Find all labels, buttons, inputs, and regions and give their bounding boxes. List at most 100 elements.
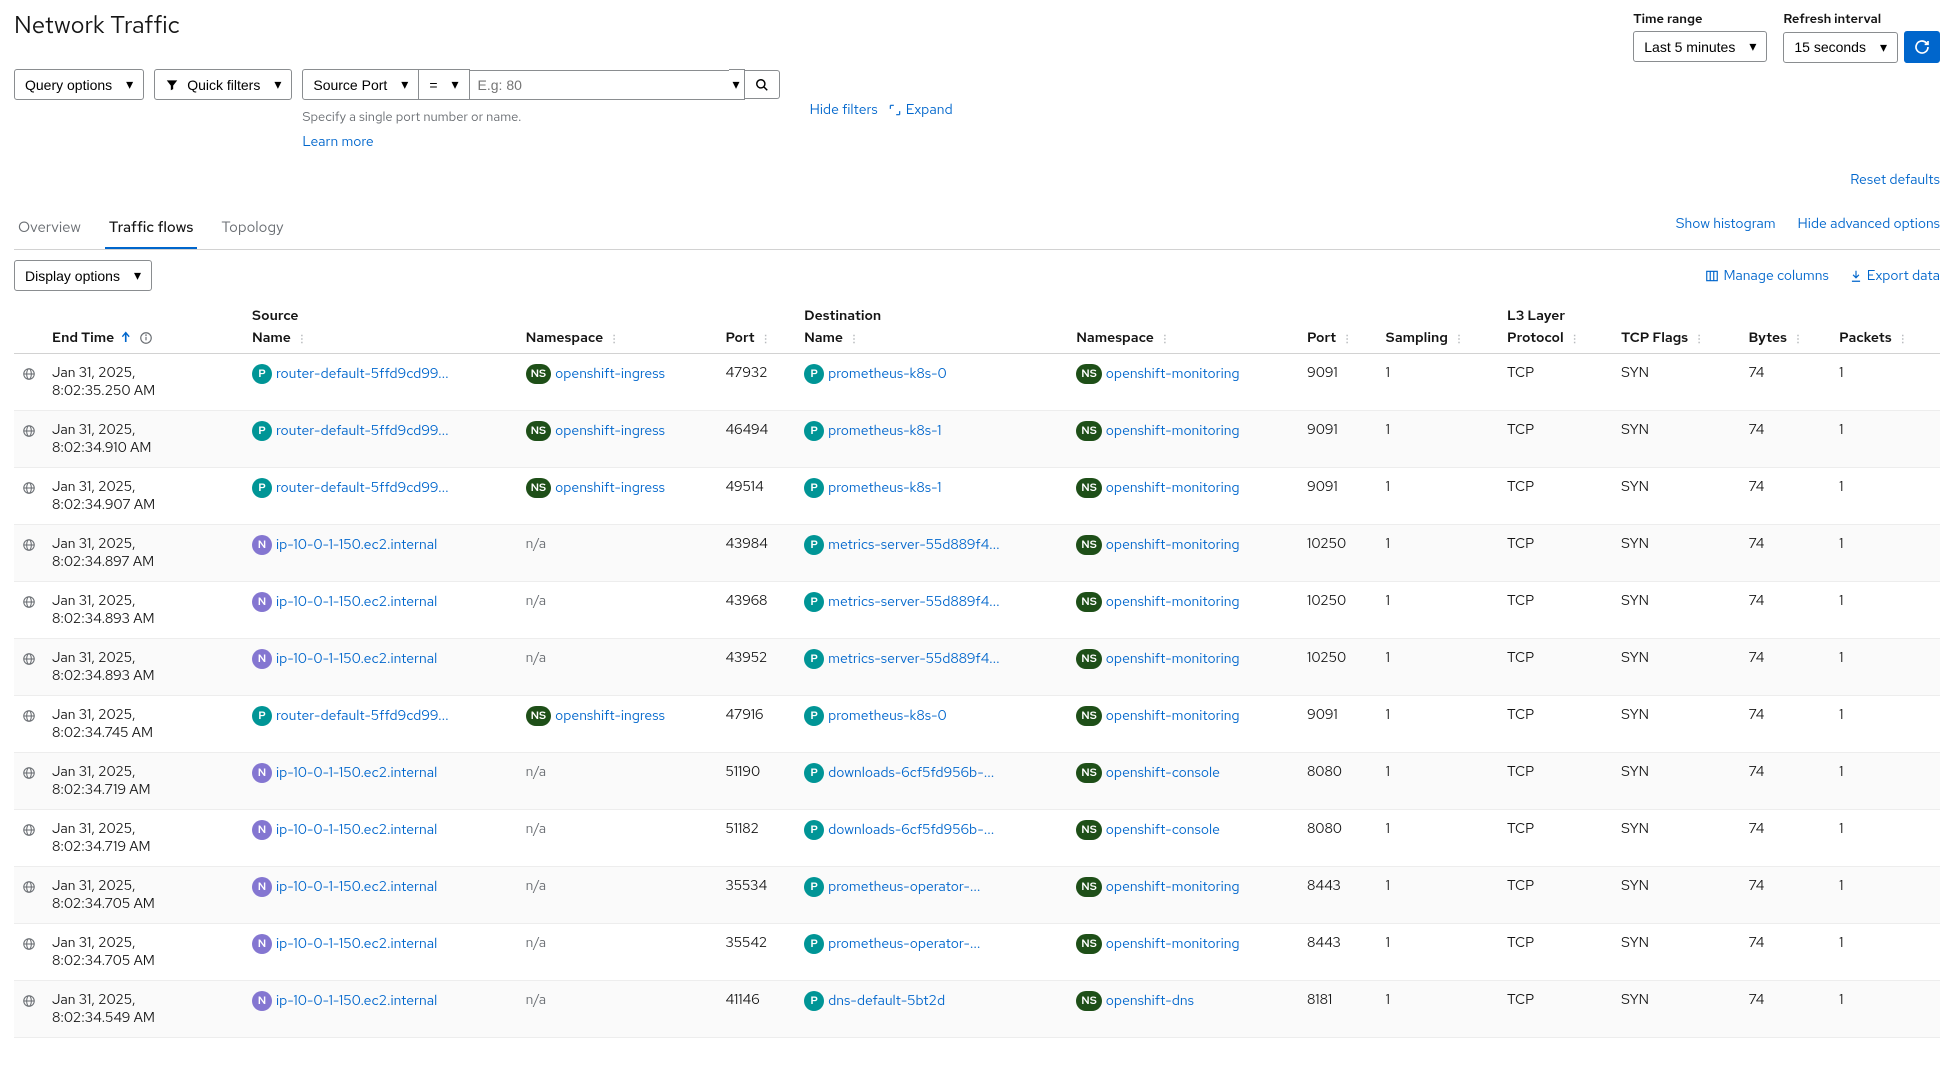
query-options-button[interactable]: Query options ▾ xyxy=(14,69,144,100)
namespace-link[interactable]: openshift-ingress xyxy=(555,422,665,440)
packets: 1 xyxy=(1831,810,1940,867)
tcp-flags: SYN xyxy=(1613,525,1740,582)
refresh-interval-select[interactable]: 15 seconds ▾ xyxy=(1783,32,1898,63)
col-src-port[interactable]: Port⋮ xyxy=(718,325,797,354)
dst-name-link[interactable]: prometheus-operator-... xyxy=(828,878,980,896)
dst-namespace-link[interactable]: openshift-monitoring xyxy=(1106,479,1240,497)
dst-namespace-link[interactable]: openshift-monitoring xyxy=(1106,593,1240,611)
dst-name-link[interactable]: metrics-server-55d889f4... xyxy=(828,650,1000,668)
col-src-name[interactable]: Name⋮ xyxy=(244,325,518,354)
src-name-link[interactable]: router-default-5ffd9cd99... xyxy=(276,365,449,383)
time-range-value: Last 5 minutes xyxy=(1644,39,1735,55)
tab-overview[interactable]: Overview xyxy=(14,207,85,249)
table-row[interactable]: Jan 31, 2025,8:02:34.719 AMNip-10-0-1-15… xyxy=(14,753,1940,810)
dst-port: 10250 xyxy=(1299,582,1378,639)
tab-traffic-flows[interactable]: Traffic flows xyxy=(105,207,198,249)
dst-name-link[interactable]: metrics-server-55d889f4... xyxy=(828,593,1000,611)
reset-defaults-link[interactable]: Reset defaults xyxy=(1850,171,1940,189)
dst-namespace-link[interactable]: openshift-monitoring xyxy=(1106,878,1240,896)
display-options-button[interactable]: Display options ▾ xyxy=(14,260,152,291)
export-data-link[interactable]: Export data xyxy=(1849,267,1940,285)
src-port: 47916 xyxy=(718,696,797,753)
filter-value-input[interactable] xyxy=(470,70,730,100)
table-row[interactable]: Jan 31, 2025,8:02:34.897 AMNip-10-0-1-15… xyxy=(14,525,1940,582)
table-row[interactable]: Jan 31, 2025,8:02:34.910 AMProuter-defau… xyxy=(14,411,1940,468)
resource-badge: N xyxy=(252,991,272,1011)
dst-namespace-link[interactable]: openshift-monitoring xyxy=(1106,707,1240,725)
src-name-link[interactable]: router-default-5ffd9cd99... xyxy=(276,707,449,725)
dst-namespace-link[interactable]: openshift-console xyxy=(1106,764,1220,782)
col-bytes[interactable]: Bytes⋮ xyxy=(1741,325,1832,354)
show-histogram-link[interactable]: Show histogram xyxy=(1676,215,1776,233)
src-name-link[interactable]: router-default-5ffd9cd99... xyxy=(276,422,449,440)
table-row[interactable]: Jan 31, 2025,8:02:34.907 AMProuter-defau… xyxy=(14,468,1940,525)
namespace-link[interactable]: openshift-ingress xyxy=(555,365,665,383)
dst-name-link[interactable]: prometheus-k8s-1 xyxy=(828,422,941,440)
col-group-l3: L3 Layer xyxy=(1499,301,1613,325)
dst-name-link[interactable]: dns-default-5bt2d xyxy=(828,992,945,1010)
time-range-select[interactable]: Last 5 minutes ▾ xyxy=(1633,31,1767,62)
tcp-flags: SYN xyxy=(1613,810,1740,867)
refresh-button[interactable] xyxy=(1904,31,1940,63)
dst-name-link[interactable]: downloads-6cf5fd956b-... xyxy=(828,821,994,839)
src-name-link[interactable]: ip-10-0-1-150.ec2.internal xyxy=(276,593,437,611)
filter-operator-select[interactable]: = ▾ xyxy=(418,69,469,100)
dst-name-link[interactable]: prometheus-k8s-0 xyxy=(828,365,947,383)
src-name-link[interactable]: ip-10-0-1-150.ec2.internal xyxy=(276,992,437,1010)
src-name-link[interactable]: ip-10-0-1-150.ec2.internal xyxy=(276,764,437,782)
col-tcp-flags[interactable]: TCP Flags⋮ xyxy=(1613,325,1740,354)
src-name-link[interactable]: ip-10-0-1-150.ec2.internal xyxy=(276,878,437,896)
col-end-time[interactable]: End Time ↑ xyxy=(44,325,244,354)
learn-more-link[interactable]: Learn more xyxy=(302,133,779,151)
src-name-link[interactable]: ip-10-0-1-150.ec2.internal xyxy=(276,821,437,839)
dst-name-link[interactable]: prometheus-operator-... xyxy=(828,935,980,953)
hide-advanced-link[interactable]: Hide advanced options xyxy=(1798,215,1940,233)
filter-field-select[interactable]: Source Port ▾ xyxy=(302,69,419,100)
namespace-link[interactable]: openshift-ingress xyxy=(555,479,665,497)
col-packets[interactable]: Packets⋮ xyxy=(1831,325,1940,354)
table-row[interactable]: Jan 31, 2025,8:02:34.705 AMNip-10-0-1-15… xyxy=(14,924,1940,981)
hide-filters-link[interactable]: Hide filters xyxy=(810,101,878,119)
namespace-link[interactable]: openshift-ingress xyxy=(555,707,665,725)
table-row[interactable]: Jan 31, 2025,8:02:34.893 AMNip-10-0-1-15… xyxy=(14,639,1940,696)
dst-namespace-link[interactable]: openshift-monitoring xyxy=(1106,650,1240,668)
col-dst-name[interactable]: Name⋮ xyxy=(796,325,1068,354)
col-sampling[interactable]: Sampling⋮ xyxy=(1378,325,1499,354)
col-dst-namespace[interactable]: Namespace⋮ xyxy=(1068,325,1299,354)
src-name-link[interactable]: router-default-5ffd9cd99... xyxy=(276,479,449,497)
dst-namespace-link[interactable]: openshift-monitoring xyxy=(1106,935,1240,953)
tab-topology[interactable]: Topology xyxy=(217,207,287,249)
table-row[interactable]: Jan 31, 2025,8:02:34.549 AMNip-10-0-1-15… xyxy=(14,981,1940,1038)
run-filter-button[interactable] xyxy=(745,70,780,99)
sampling: 1 xyxy=(1378,582,1499,639)
dst-namespace-link[interactable]: openshift-monitoring xyxy=(1106,365,1240,383)
table-row[interactable]: Jan 31, 2025,8:02:34.745 AMProuter-defau… xyxy=(14,696,1940,753)
col-protocol[interactable]: Protocol⋮ xyxy=(1499,325,1613,354)
table-row[interactable]: Jan 31, 2025,8:02:35.250 AMProuter-defau… xyxy=(14,354,1940,411)
dst-name-link[interactable]: downloads-6cf5fd956b-... xyxy=(828,764,994,782)
direction-icon-cell xyxy=(14,525,44,582)
table-row[interactable]: Jan 31, 2025,8:02:34.893 AMNip-10-0-1-15… xyxy=(14,582,1940,639)
src-name-link[interactable]: ip-10-0-1-150.ec2.internal xyxy=(276,536,437,554)
src-name-link[interactable]: ip-10-0-1-150.ec2.internal xyxy=(276,650,437,668)
src-name-link[interactable]: ip-10-0-1-150.ec2.internal xyxy=(276,935,437,953)
table-row[interactable]: Jan 31, 2025,8:02:34.719 AMNip-10-0-1-15… xyxy=(14,810,1940,867)
dst-name-link[interactable]: metrics-server-55d889f4... xyxy=(828,536,1000,554)
dst-name-link[interactable]: prometheus-k8s-0 xyxy=(828,707,947,725)
dst-port: 8443 xyxy=(1299,924,1378,981)
dst-name-link[interactable]: prometheus-k8s-1 xyxy=(828,479,941,497)
dst-namespace-link[interactable]: openshift-monitoring xyxy=(1106,422,1240,440)
dst-namespace-link[interactable]: openshift-dns xyxy=(1106,992,1194,1010)
quick-filters-button[interactable]: Quick filters ▾ xyxy=(154,69,292,100)
table-row[interactable]: Jan 31, 2025,8:02:34.705 AMNip-10-0-1-15… xyxy=(14,867,1940,924)
manage-columns-link[interactable]: Manage columns xyxy=(1705,267,1828,285)
col-dst-port[interactable]: Port⋮ xyxy=(1299,325,1378,354)
expand-link[interactable]: Expand xyxy=(888,101,953,119)
dst-namespace-link[interactable]: openshift-monitoring xyxy=(1106,536,1240,554)
col-menu-icon: ⋮ xyxy=(849,333,859,346)
resource-badge: NS xyxy=(1076,421,1102,441)
dst-namespace-link[interactable]: openshift-console xyxy=(1106,821,1220,839)
col-src-namespace[interactable]: Namespace⋮ xyxy=(518,325,718,354)
filter-value-caret[interactable]: ▾ xyxy=(729,69,745,100)
info-icon[interactable] xyxy=(139,329,153,347)
